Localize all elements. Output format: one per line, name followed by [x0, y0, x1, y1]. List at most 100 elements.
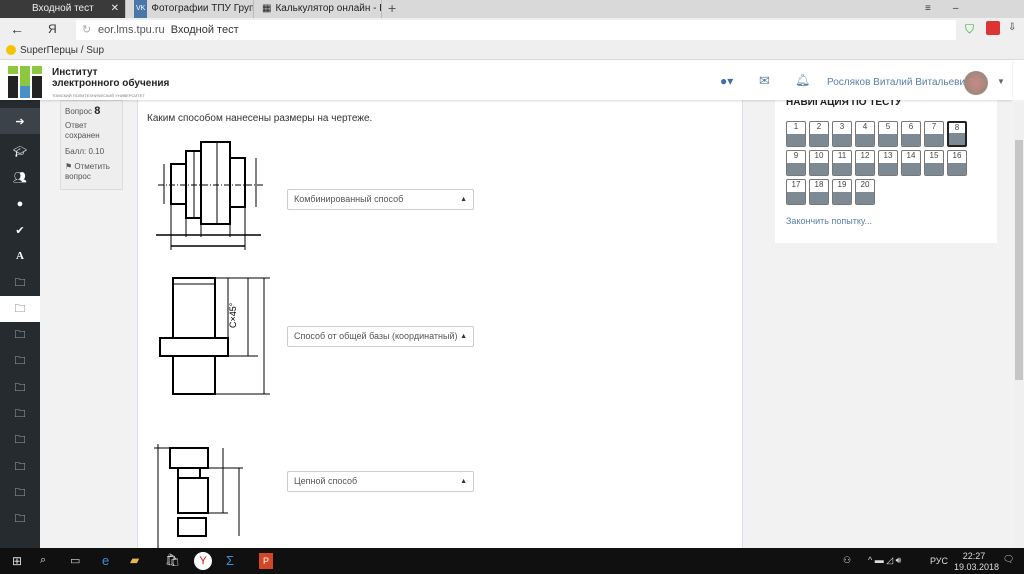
yandex-browser-icon[interactable]: Y — [194, 552, 212, 570]
url-title: Входной тест — [170, 24, 239, 36]
answer-select-2[interactable]: Способ от общей базы (координатный) ▲ — [287, 326, 474, 347]
nav-question-button[interactable]: 16 — [947, 150, 967, 176]
url-input[interactable]: ↻ eor.lms.tpu.ru Входной тест — [76, 20, 956, 40]
logo-icon[interactable] — [8, 66, 42, 98]
page-scrollbar[interactable] — [1014, 100, 1024, 548]
yandex-icon[interactable]: Я — [48, 22, 57, 36]
vk-icon: VK — [134, 0, 148, 18]
people-icon[interactable]: ⚇ — [843, 555, 851, 566]
nav-question-button[interactable]: 2 — [809, 121, 829, 147]
sigma-icon[interactable]: Σ — [226, 553, 234, 568]
answer-state-fill — [787, 192, 805, 204]
answer-state-fill — [925, 134, 943, 146]
store-icon[interactable]: 🛍︎ — [165, 553, 180, 567]
tab-bar: Входной тест✕ VKФотографии ТПУ Группа 3 … — [0, 0, 1024, 32]
powerpoint-icon[interactable]: P — [259, 553, 273, 569]
answer-select-3[interactable]: Цепной способ ▲ — [287, 471, 474, 492]
user-name[interactable]: Росляков Виталий Витальевич — [827, 77, 970, 88]
avatar[interactable] — [964, 71, 988, 95]
folder-icon[interactable]: 🗀 — [0, 480, 40, 506]
search-icon[interactable]: ⌕ — [40, 554, 46, 567]
nav-question-button[interactable]: 10 — [809, 150, 829, 176]
folder-icon-active[interactable]: 🗀 — [0, 296, 40, 322]
tray-icons[interactable]: ^ ▬ ◿ 🔊︎ — [868, 555, 901, 566]
flag-icon: ⚑ — [65, 162, 73, 171]
answer-state-fill — [856, 134, 874, 146]
nav-button-number: 2 — [816, 122, 822, 131]
answer-select-1[interactable]: Комбинированный способ ▲ — [287, 189, 474, 210]
folder-icon[interactable]: 🗀 — [0, 375, 40, 401]
answer-state-fill — [787, 163, 805, 175]
bookmark-link[interactable]: SuperПерцы / Sup — [20, 45, 104, 56]
folder-icon[interactable]: 🗀 — [0, 401, 40, 427]
shield-icon[interactable]: ⛉ — [965, 22, 974, 37]
nav-question-button[interactable]: 6 — [901, 121, 921, 147]
nav-question-button[interactable]: 7 — [924, 121, 944, 147]
badge-icon[interactable]: ● — [0, 191, 40, 217]
language-indicator[interactable]: РУС — [930, 556, 948, 566]
nav-question-button[interactable]: 14 — [901, 150, 921, 176]
nav-question-button[interactable]: 20 — [855, 179, 875, 205]
nav-question-button[interactable]: 19 — [832, 179, 852, 205]
nav-question-button[interactable]: 18 — [809, 179, 829, 205]
download-icon[interactable]: ⇩ — [1008, 22, 1016, 33]
reload-icon[interactable]: ↻ — [82, 20, 91, 40]
explorer-icon[interactable]: ▰ — [130, 553, 139, 567]
nav-question-button[interactable]: 17 — [786, 179, 806, 205]
nav-button-number: 3 — [839, 122, 845, 131]
folder-icon[interactable]: 🗀 — [0, 348, 40, 374]
nav-question-button[interactable]: 11 — [832, 150, 852, 176]
time: 22:27 — [962, 551, 986, 561]
task-view-icon[interactable]: ▭ — [70, 554, 80, 567]
folder-icon[interactable]: 🗀 — [0, 270, 40, 296]
nav-question-button[interactable]: 4 — [855, 121, 875, 147]
flag-question-button[interactable]: ⚑ Отметить вопрос — [65, 162, 118, 182]
nav-question-button[interactable]: 3 — [832, 121, 852, 147]
nav-question-button[interactable]: 8 — [947, 121, 967, 147]
close-icon[interactable]: ✕ — [111, 0, 125, 18]
edge-icon[interactable]: e — [102, 553, 109, 568]
scrollbar-thumb[interactable] — [1015, 140, 1023, 380]
nav-button-number: 12 — [860, 151, 870, 160]
answer-state-fill — [856, 163, 874, 175]
nav-button-number: 16 — [952, 151, 962, 160]
courses-icon[interactable]: 🎓︎ — [0, 138, 40, 164]
finish-attempt-link[interactable]: Закончить попытку... — [786, 216, 872, 226]
messages-icon[interactable]: ✉ — [759, 73, 770, 89]
drawing-1-combined — [156, 141, 263, 250]
tab-calculator[interactable]: ▦Калькулятор онлайн - Реш — [254, 0, 382, 18]
nav-button-number: 6 — [908, 122, 914, 131]
nav-question-button[interactable]: 15 — [924, 150, 944, 176]
date: 19.03.2018 — [954, 562, 1000, 572]
user-menu-chevron-icon[interactable]: ▼ — [997, 77, 1005, 86]
notification-center-icon[interactable]: 🗨︎ — [1003, 554, 1014, 565]
check-icon[interactable]: ✔ — [0, 217, 40, 243]
sidebar-toggle-icon[interactable]: ➔ — [0, 108, 40, 134]
clock[interactable]: 22:27 19.03.2018 — [954, 551, 1000, 573]
nav-question-button[interactable]: 12 — [855, 150, 875, 176]
extension-icon[interactable] — [986, 21, 1000, 35]
notifications-bell-icon[interactable]: 🔔︎ — [795, 73, 810, 87]
back-icon[interactable]: ← — [10, 21, 24, 37]
bookmark-icon — [6, 45, 16, 56]
nav-question-button[interactable]: 5 — [878, 121, 898, 147]
svg-text:C×45°: C×45° — [228, 302, 238, 328]
answer-state-fill — [879, 163, 897, 175]
browser-menu-icon[interactable] — [0, 0, 24, 18]
nav-question-button[interactable]: 1 — [786, 121, 806, 147]
nav-question-button[interactable]: 13 — [878, 150, 898, 176]
new-tab-button[interactable]: + — [388, 0, 396, 16]
language-globe-icon[interactable]: ●▾ — [720, 74, 733, 88]
tab-vk[interactable]: VKФотографии ТПУ Группа 3 — [126, 0, 254, 18]
answer-state-fill — [810, 192, 828, 204]
windows-start-icon[interactable]: ⊞ — [12, 554, 22, 568]
folder-icon[interactable]: 🗀 — [0, 506, 40, 532]
tab-active[interactable]: Входной тест ✕ — [24, 0, 126, 18]
grades-icon[interactable]: A — [0, 243, 40, 269]
folder-icon[interactable]: 🗀 — [0, 427, 40, 453]
answer-state-fill — [902, 163, 920, 175]
folder-icon[interactable]: 🗀 — [0, 322, 40, 348]
folder-icon[interactable]: 🗀 — [0, 454, 40, 480]
participants-icon[interactable]: 👥︎ — [0, 164, 40, 190]
nav-question-button[interactable]: 9 — [786, 150, 806, 176]
